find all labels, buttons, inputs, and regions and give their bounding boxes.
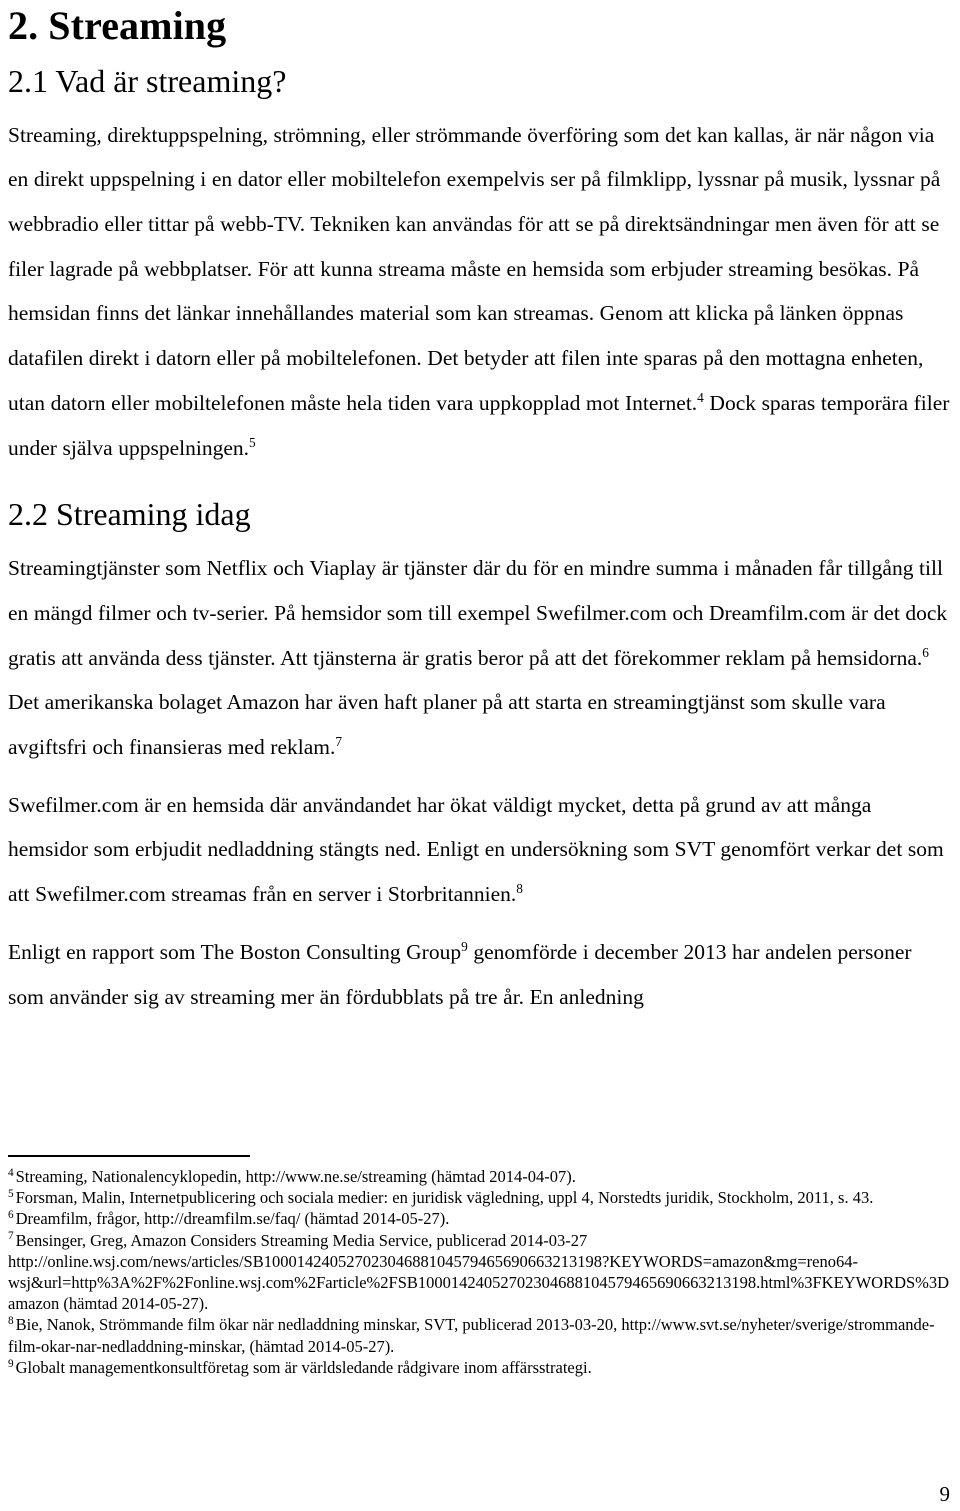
footnote-text: Forsman, Malin, Internetpublicering och … xyxy=(15,1188,874,1208)
footnote-ref-4[interactable]: 4 xyxy=(697,390,704,405)
footnote-list: 4 Streaming, Nationalencyklopedin, http:/… xyxy=(8,1157,952,1378)
paragraph-text-part-1: Enligt en rapport som The Boston Consult… xyxy=(8,939,462,964)
footnote-item: 7 Bensinger, Greg, Amazon Considers Strea… xyxy=(8,1230,952,1315)
footnote-marker: 6 xyxy=(8,1209,14,1222)
footnote-text: Globalt managementkonsultföretag som är … xyxy=(15,1357,592,1377)
paragraph-swefilmer: Swefilmer.com är en hemsida där användan… xyxy=(8,770,952,917)
footnote-item: 8 Bie, Nanok, Strömmande film ökar när ne… xyxy=(8,1314,952,1356)
footnote-ref-7[interactable]: 7 xyxy=(335,734,342,749)
footnote-ref-8[interactable]: 8 xyxy=(516,881,523,896)
paragraph-boston-consulting: Enligt en rapport som The Boston Consult… xyxy=(8,917,952,1019)
footnote-marker: 5 xyxy=(8,1188,14,1201)
footnote-item: 4 Streaming, Nationalencyklopedin, http:/… xyxy=(8,1166,952,1187)
footnote-marker: 7 xyxy=(8,1230,14,1243)
paragraph-text-part-1: Streamingtjänster som Netflix och Viapla… xyxy=(8,556,948,670)
paragraph-streaming-services: Streamingtjänster som Netflix och Viapla… xyxy=(8,533,952,770)
footnote-marker: 4 xyxy=(8,1166,14,1179)
footnote-text: Dreamfilm, frågor, http://dreamfilm.se/f… xyxy=(15,1209,450,1229)
footnote-text: Bie, Nanok, Strömmande film ökar när ned… xyxy=(8,1315,935,1356)
footnote-ref-9[interactable]: 9 xyxy=(461,939,468,954)
footnote-item: 9 Globalt managementkonsultföretag som är… xyxy=(8,1357,952,1378)
page-number: 9 xyxy=(939,1482,951,1506)
page-title-chapter: 2. Streaming xyxy=(8,3,227,48)
paragraph-text-part-2: Det amerikanska bolaget Amazon har även … xyxy=(8,690,886,760)
footnote-text: Streaming, Nationalencyklopedin, http://… xyxy=(15,1167,576,1186)
document-page: 2. Streaming 2.1 Vad är streaming? Strea… xyxy=(0,0,960,1511)
footnote-item: 6 Dreamfilm, frågor, http://dreamfilm.se/… xyxy=(8,1208,952,1229)
footnote-ref-5[interactable]: 5 xyxy=(249,434,256,449)
section-heading-2-2: 2.2 Streaming idag xyxy=(8,496,251,533)
paragraph-streaming-definition: Streaming, direktuppspelning, strömning,… xyxy=(8,100,952,471)
paragraph-text-part-1: Streaming, direktuppspelning, strömning,… xyxy=(8,122,941,415)
footnote-item: 5 Forsman, Malin, Internetpublicering och… xyxy=(8,1187,952,1208)
footnote-marker: 8 xyxy=(8,1315,14,1328)
section-heading-2-1: 2.1 Vad är streaming? xyxy=(8,62,287,99)
footnote-ref-6[interactable]: 6 xyxy=(922,644,929,659)
footnote-text: Bensinger, Greg, Amazon Considers Stream… xyxy=(8,1230,950,1314)
footnotes-area: 4 Streaming, Nationalencyklopedin, http:/… xyxy=(8,1155,952,1378)
paragraph-text-part-1: Swefilmer.com är en hemsida där användan… xyxy=(8,792,944,907)
footnote-marker: 9 xyxy=(8,1357,14,1370)
